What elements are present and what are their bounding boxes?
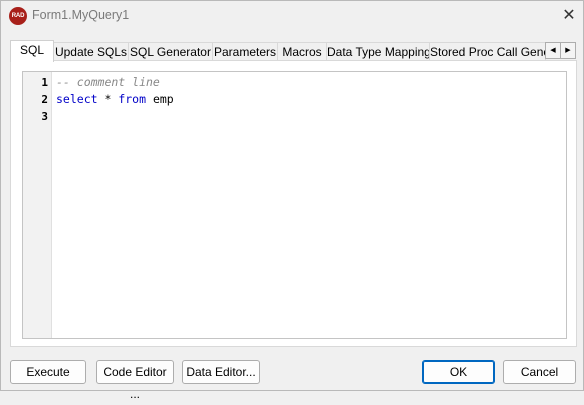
sql-keyword-from: from	[118, 92, 147, 106]
sql-text: emp	[146, 92, 174, 106]
dialog-window: RAD Form1.MyQuery1 ✕ SQL Update SQLs SQL…	[0, 0, 584, 401]
tab-sql[interactable]: SQL	[10, 40, 54, 62]
ok-button[interactable]: OK	[422, 360, 495, 384]
line-number-gutter: 1 2 3	[23, 72, 52, 338]
line-number: 1	[41, 76, 48, 89]
line-number: 2	[41, 93, 48, 106]
tab-scroll-left-icon[interactable]: ◀	[545, 42, 561, 59]
data-editor-button[interactable]: Data Editor...	[182, 360, 260, 384]
sql-keyword-select: select	[56, 92, 98, 106]
window-title: Form1.MyQuery1	[32, 8, 130, 22]
cancel-button[interactable]: Cancel	[503, 360, 576, 384]
tab-scroll-right-icon[interactable]: ▶	[560, 42, 576, 59]
sql-text: *	[97, 92, 119, 106]
sql-comment: -- comment line	[56, 75, 160, 89]
tab-update-sqls[interactable]: Update SQLs	[53, 42, 129, 61]
tab-stored-proc-call-generator[interactable]: Stored Proc Call Gener	[429, 42, 546, 61]
code-editor-button[interactable]: Code Editor ...	[96, 360, 174, 401]
code-line-2: select * from emp	[56, 91, 174, 108]
sql-editor[interactable]: 1 2 3 -- comment line select * from emp	[22, 71, 567, 339]
rad-studio-icon: RAD	[9, 7, 27, 25]
tab-parameters[interactable]: Parameters	[212, 42, 278, 61]
title-bar: RAD Form1.MyQuery1 ✕	[1, 1, 583, 31]
tab-sql-generator[interactable]: SQL Generator	[128, 42, 213, 61]
execute-button[interactable]: Execute	[10, 360, 86, 384]
tab-data-type-mapping[interactable]: Data Type Mapping	[326, 42, 430, 61]
code-line-1: -- comment line	[56, 74, 160, 91]
line-number: 3	[41, 110, 48, 123]
tab-macros[interactable]: Macros	[277, 42, 327, 61]
close-icon[interactable]: ✕	[557, 4, 581, 28]
sql-tab-page: 1 2 3 -- comment line select * from emp	[10, 60, 577, 347]
tab-strip: SQL Update SQLs SQL Generator Parameters…	[10, 40, 576, 62]
